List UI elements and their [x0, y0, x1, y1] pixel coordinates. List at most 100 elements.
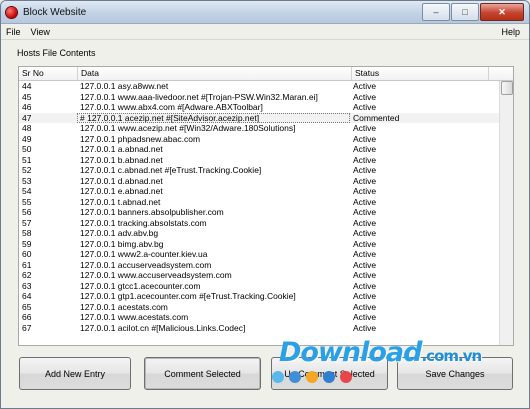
table-row[interactable]: 59 127.0.0.1 bimg.abv.bg Active	[19, 239, 499, 250]
row-data: 127.0.0.1 asy.a8ww.net	[80, 81, 169, 91]
row-srno: 60	[22, 249, 32, 259]
table-row[interactable]: 51 127.0.0.1 b.abnad.net Active	[19, 155, 499, 166]
watermark-suffix: .com.vn	[421, 347, 482, 365]
row-data: 127.0.0.1 www.acestats.com	[80, 312, 189, 322]
table-header: Sr No Data Status	[19, 67, 513, 81]
table-body: 44 127.0.0.1 asy.a8ww.net Active 45 127.0.0.…	[19, 81, 499, 345]
row-data: 127.0.0.1 gtp1.acecounter.com #[eTrust.T…	[80, 291, 296, 301]
table-row[interactable]: 66 127.0.0.1 www.acestats.com Active	[19, 312, 499, 323]
table-row[interactable]: 58 127.0.0.1 adv.abv.bg Active	[19, 228, 499, 239]
row-status: Active	[353, 165, 377, 175]
row-status: Active	[353, 238, 377, 249]
row-srno: 59	[22, 238, 32, 249]
row-srno: 57	[22, 217, 32, 228]
row-status: Active	[353, 217, 377, 228]
row-srno: 56	[22, 207, 32, 217]
row-status: Active	[353, 249, 377, 259]
row-srno: 67	[22, 322, 32, 333]
row-status: Active	[353, 207, 377, 217]
menu-view[interactable]: View	[26, 27, 55, 37]
row-data: 127.0.0.1 www.acezip.net #[Win32/Adware.…	[80, 123, 296, 133]
watermark-dots	[272, 371, 357, 383]
watermark-dot	[272, 371, 284, 383]
watermark-main: Download	[279, 337, 422, 368]
minimize-button[interactable]: –	[422, 3, 450, 21]
table-row[interactable]: 46 127.0.0.1 www.abx4.com #[Adware.ABXToo…	[19, 102, 499, 113]
hosts-table[interactable]: Sr No Data Status 44 127.0.0.1 asy.a8ww.n…	[18, 66, 514, 346]
row-status: Active	[353, 175, 377, 186]
row-srno: 53	[22, 175, 32, 186]
table-row[interactable]: 50 127.0.0.1 a.abnad.net Active	[19, 144, 499, 155]
row-data: 127.0.0.1 accuserveadsystem.com	[80, 259, 212, 270]
row-srno: 63	[22, 280, 32, 291]
table-row[interactable]: 53 127.0.0.1 d.abnad.net Active	[19, 176, 499, 187]
row-status: Active	[353, 196, 377, 207]
row-status: Active	[353, 270, 377, 280]
row-status: Active	[353, 154, 377, 165]
row-status: Commented	[353, 112, 400, 123]
row-data: 127.0.0.1 b.abnad.net	[80, 154, 163, 165]
maximize-button[interactable]: □	[451, 3, 479, 21]
watermark-dot	[323, 371, 335, 383]
table-row[interactable]: 45 127.0.0.1 www.aaa-livedoor.net #[Troja…	[19, 92, 499, 103]
row-status: Active	[353, 91, 377, 102]
table-row[interactable]: 57 127.0.0.1 tracking.absolstats.com Activ…	[19, 218, 499, 229]
column-header-data[interactable]: Data	[78, 67, 352, 80]
table-row[interactable]: 60 127.0.0.1 www2.a-counter.kiev.ua Active	[19, 249, 499, 260]
table-row[interactable]: 52 127.0.0.1 c.abnad.net #[eTrust.Trackin…	[19, 165, 499, 176]
watermark-dot	[340, 371, 352, 383]
row-status: Active	[353, 144, 377, 154]
row-srno: 55	[22, 196, 32, 207]
comment-selected-button[interactable]: Comment Selected	[144, 357, 261, 390]
table-row[interactable]: 55 127.0.0.1 t.abnad.net Active	[19, 197, 499, 208]
row-status: Active	[353, 301, 377, 312]
table-row[interactable]: 62 127.0.0.1 www.accuserveadsystem.com Act…	[19, 270, 499, 281]
column-header-status[interactable]: Status	[352, 67, 489, 80]
table-row[interactable]: 61 127.0.0.1 accuserveadsystem.com Active	[19, 260, 499, 271]
table-row[interactable]: 67 127.0.0.1 acilot.cn #[Malicious.Links.…	[19, 323, 499, 334]
row-data: 127.0.0.1 www.accuserveadsystem.com	[80, 270, 232, 280]
table-row[interactable]: 64 127.0.0.1 gtp1.acecounter.com #[eTrust…	[19, 291, 499, 302]
row-data: 127.0.0.1 www.abx4.com #[Adware.ABXToolb…	[80, 102, 263, 112]
row-srno: 49	[22, 133, 32, 144]
table-row[interactable]: 63 127.0.0.1 gtcc1.acecounter.com Active	[19, 281, 499, 292]
title-bar: Block Website – □ ✕	[1, 1, 529, 24]
add-new-entry-button[interactable]: Add New Entry	[19, 357, 131, 390]
row-data: 127.0.0.1 e.abnad.net	[80, 186, 163, 196]
row-srno: 64	[22, 291, 32, 301]
row-data: 127.0.0.1 gtcc1.acecounter.com	[80, 280, 201, 291]
row-srno: 46	[22, 102, 32, 112]
row-status: Active	[353, 123, 377, 133]
row-data: 127.0.0.1 acestats.com	[80, 301, 168, 312]
menu-help[interactable]: Help	[496, 27, 525, 37]
table-row[interactable]: 65 127.0.0.1 acestats.com Active	[19, 302, 499, 313]
table-row[interactable]: 48 127.0.0.1 www.acezip.net #[Win32/Adwar…	[19, 123, 499, 134]
close-button[interactable]: ✕	[480, 3, 524, 21]
row-data: 127.0.0.1 phpadsnew.abac.com	[80, 133, 201, 144]
table-row[interactable]: 44 127.0.0.1 asy.a8ww.net Active	[19, 81, 499, 92]
table-row[interactable]: 47 # 127.0.0.1 acezip.net #[SiteAdvisor.a…	[19, 112, 499, 123]
app-window: Block Website – □ ✕ File View Help Hosts…	[0, 0, 530, 409]
menu-file[interactable]: File	[1, 27, 26, 37]
table-row[interactable]: 54 127.0.0.1 e.abnad.net Active	[19, 186, 499, 197]
column-header-srno[interactable]: Sr No	[19, 67, 78, 80]
row-srno: 65	[22, 301, 32, 312]
row-data: 127.0.0.1 tracking.absolstats.com	[80, 217, 207, 228]
row-data: 127.0.0.1 bimg.abv.bg	[80, 238, 164, 249]
row-status: Active	[353, 322, 377, 333]
window-title: Block Website	[23, 6, 87, 18]
row-srno: 58	[22, 228, 32, 238]
row-data: 127.0.0.1 t.abnad.net	[80, 196, 161, 207]
download-watermark-logo: Download.com.vn	[279, 337, 482, 368]
row-srno: 62	[22, 270, 32, 280]
table-row[interactable]: 56 127.0.0.1 banners.absolpublisher.com Ac…	[19, 207, 499, 218]
watermark-dot	[306, 371, 318, 383]
vertical-scrollbar[interactable]	[499, 81, 513, 345]
row-srno: 54	[22, 186, 32, 196]
scrollbar-thumb[interactable]	[501, 81, 513, 95]
row-data: 127.0.0.1 banners.absolpublisher.com	[80, 207, 224, 217]
row-srno: 50	[22, 144, 32, 154]
table-row[interactable]: 49 127.0.0.1 phpadsnew.abac.com Active	[19, 134, 499, 145]
row-srno: 61	[22, 259, 32, 270]
row-status: Active	[353, 280, 377, 291]
